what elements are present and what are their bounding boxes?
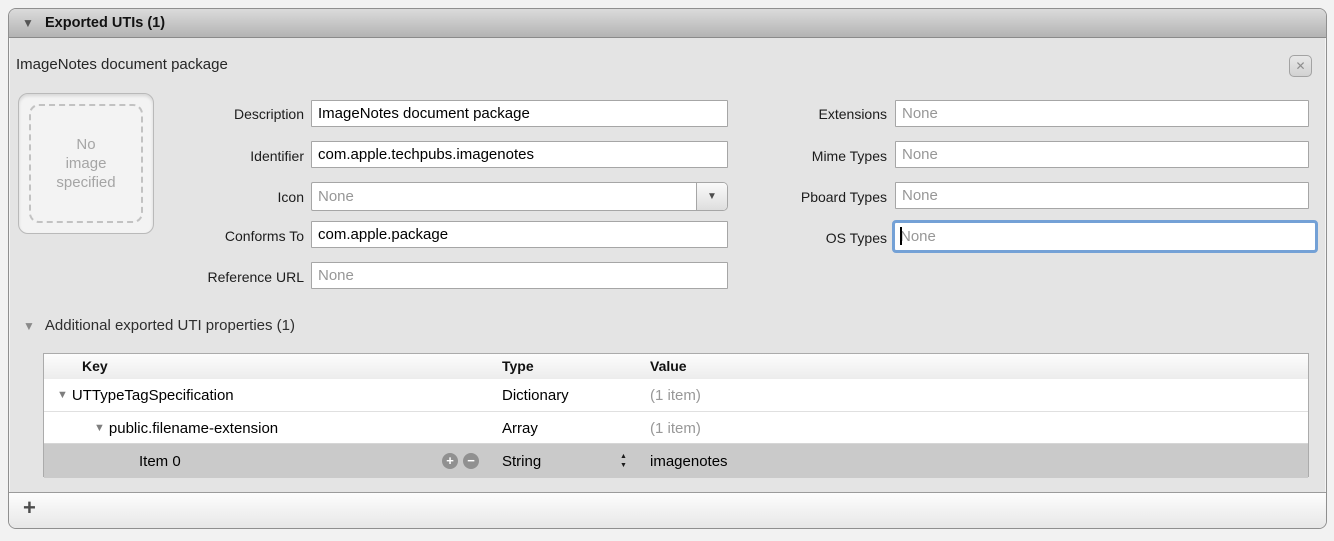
text-caret [900,227,902,245]
no-image-line: No [76,135,95,154]
row-type: Dictionary [502,379,569,411]
description-label: Description [104,106,304,122]
disclosure-triangle-icon[interactable]: ▼ [57,389,68,401]
row-key: UTTypeTagSpecification [72,387,234,404]
row-type-text: Dictionary [502,387,569,404]
exported-utis-panel: ▼ Exported UTIs (1) ImageNotes document … [8,8,1327,529]
section-header-exported-utis[interactable]: ▼ Exported UTIs (1) [9,9,1326,38]
conforms-to-field[interactable] [311,221,728,248]
column-header-value[interactable]: Value [650,354,687,379]
icon-label: Icon [104,189,304,205]
row-value: imagenotes [650,444,728,478]
extensions-field[interactable] [895,100,1309,127]
os-types-field[interactable] [895,223,1315,250]
column-header-type[interactable]: Type [502,354,534,379]
row-key-text: Item 0 [139,453,181,470]
column-header-key[interactable]: Key [82,354,108,379]
add-item-icon[interactable]: + [442,453,458,469]
no-image-line: image [66,154,107,173]
os-types-field-focused[interactable] [892,220,1318,253]
row-type: Array [502,412,538,444]
uti-card-title: ImageNotes document package [16,56,228,73]
disclosure-triangle-icon[interactable]: ▼ [94,422,105,434]
row-type: String [502,444,541,478]
os-types-label: OS Types [687,230,887,246]
row-key: public.filename-extension [109,420,278,437]
section-title: Exported UTIs (1) [45,15,165,31]
identifier-field[interactable] [311,141,728,168]
row-key-cell: ▼ public.filename-extension [94,412,278,444]
identifier-label: Identifier [104,148,304,164]
row-value-text: (1 item) [650,387,701,404]
mime-types-field[interactable] [895,141,1309,168]
conforms-to-label: Conforms To [104,228,304,244]
stepper-up-icon[interactable]: ▲ [620,452,627,461]
stepper-down-icon[interactable]: ▼ [620,461,627,470]
type-stepper[interactable]: ▲ ▼ [620,452,627,470]
add-uti-button[interactable]: + [23,495,36,521]
icon-combo-input[interactable] [312,183,696,210]
icon-combo[interactable]: ▼ [311,182,728,211]
additional-properties-title: Additional exported UTI properties (1) [45,317,295,334]
properties-table: Key Type Value ▼ UTTypeTagSpecification … [43,353,1309,477]
row-key: Item 0 [139,444,181,478]
table-row[interactable]: ▼ UTTypeTagSpecification Dictionary (1 i… [44,379,1308,411]
row-type-text: String [502,453,541,470]
row-type-text: Array [502,420,538,437]
reference-url-field[interactable] [311,262,728,289]
mime-types-label: Mime Types [687,148,887,164]
disclosure-triangle-icon[interactable]: ▼ [23,319,35,333]
close-icon[interactable]: ✕ [1289,55,1312,77]
row-value: (1 item) [650,379,701,411]
disclosure-triangle-icon[interactable]: ▼ [22,16,42,30]
row-value: (1 item) [650,412,701,444]
description-field[interactable] [311,100,728,127]
table-header: Key Type Value [44,354,1308,380]
pboard-types-label: Pboard Types [687,189,887,205]
section-header-additional-properties[interactable]: ▼ Additional exported UTI properties (1) [23,317,295,334]
row-value-text: (1 item) [650,420,701,437]
extensions-label: Extensions [687,106,887,122]
pboard-types-field[interactable] [895,182,1309,209]
remove-item-icon[interactable]: − [463,453,479,469]
reference-url-label: Reference URL [104,269,304,285]
row-key-cell: ▼ UTTypeTagSpecification [57,379,234,411]
table-row[interactable]: ▼ public.filename-extension Array (1 ite… [44,411,1308,444]
row-value-text: imagenotes [650,453,728,470]
table-row-selected[interactable]: Item 0 + − String ▲ ▼ imagenotes [44,443,1308,478]
footer-bar: + [9,492,1326,528]
